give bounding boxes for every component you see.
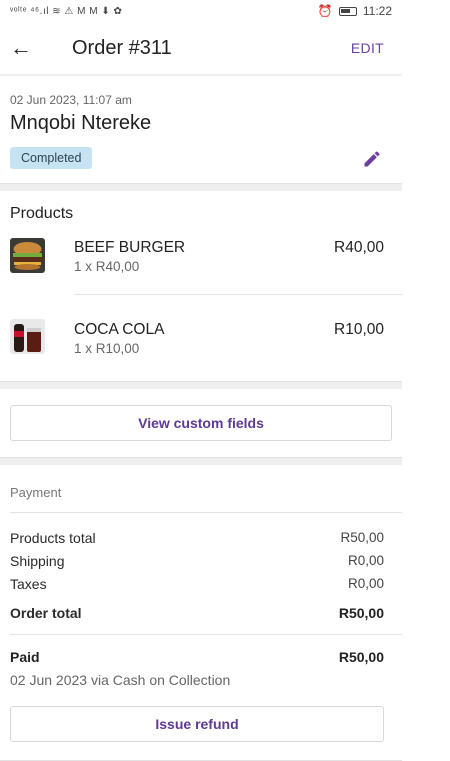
payment-row-label: Taxes [10,575,47,592]
divider [0,381,402,389]
order-screen: ᵛᵒˡᵗᵉ ⁴⁶.ıl ≋ ⚠ M M ⬇ ✿ ⏰ 11:22 ← Order … [0,0,402,761]
list-item[interactable]: COCA COLA 1 x R10,00 R10,00 [0,303,402,381]
customer-name: Mnqobi Ntereke [10,112,152,134]
issue-refund-button[interactable]: Issue refund [10,706,384,742]
payment-row: Products total R50,00 [10,526,384,549]
app-bar: ← Order #311 EDIT [0,22,402,74]
products-title: Products [10,205,74,222]
page-title: Order #311 [72,36,172,59]
status-icons: ᵛᵒˡᵗᵉ ⁴⁶.ıl ≋ ⚠ M M ⬇ ✿ [10,5,123,17]
refund-section: Issue refund [0,698,402,750]
battery-icon [338,6,357,16]
order-header: 02 Jun 2023, 11:07 am Mnqobi Ntereke Com… [0,76,402,183]
product-quantity: 1 x R10,00 [74,341,140,356]
payment-row-label: Shipping [10,552,65,569]
status-badge: Completed [10,147,93,169]
payment-row-value: R0,00 [347,576,384,591]
row-divider [74,294,402,295]
paid-label: Paid [10,649,40,665]
burger-image [10,238,45,273]
product-name: BEEF BURGER [74,239,186,256]
product-name: COCA COLA [74,321,165,338]
order-total-value: R50,00 [338,604,384,621]
divider [0,183,402,191]
product-price: R10,00 [334,321,384,338]
alarm-icon: ⏰ [317,4,333,18]
paid-detail: 02 Jun 2023 via Cash on Collection [10,672,231,688]
payment-row-label: Products total [10,529,96,546]
paid-block: Paid R50,00 02 Jun 2023 via Cash on Coll… [0,635,402,698]
custom-fields-section: View custom fields [0,389,402,457]
payment-row: Taxes R0,00 [10,572,384,595]
paid-value: R50,00 [338,649,384,665]
payment-row: Shipping R0,00 [10,549,384,572]
payment-row-value: R0,00 [347,553,384,568]
pencil-icon[interactable] [362,149,382,169]
list-item[interactable]: BEEF BURGER 1 x R40,00 R40,00 [0,223,402,303]
clock: 11:22 [362,4,392,18]
order-total-row: Order total R50,00 [10,599,384,626]
product-price: R40,00 [334,239,384,256]
order-total-label: Order total [10,604,82,621]
paid-row: Paid R50,00 [10,649,384,665]
status-bar: ᵛᵒˡᵗᵉ ⁴⁶.ıl ≋ ⚠ M M ⬇ ✿ ⏰ 11:22 [0,0,402,22]
payment-section: Payment Products total R50,00 Shipping R… [0,465,402,760]
status-right: ⏰ 11:22 [318,4,392,18]
edit-button[interactable]: EDIT [351,40,384,56]
payment-title: Payment [10,485,62,500]
order-date: 02 Jun 2023, 11:07 am [10,93,132,107]
view-custom-fields-button[interactable]: View custom fields [10,405,392,441]
cola-image [10,319,45,354]
product-quantity: 1 x R40,00 [74,259,140,274]
payment-rows: Products total R50,00 Shipping R0,00 Tax… [0,513,402,626]
products-section: Products BEEF BURGER 1 x R40,00 R40,00 C… [0,191,402,381]
divider [0,457,402,465]
arrow-left-icon[interactable]: ← [10,35,40,61]
payment-row-value: R50,00 [340,530,384,545]
